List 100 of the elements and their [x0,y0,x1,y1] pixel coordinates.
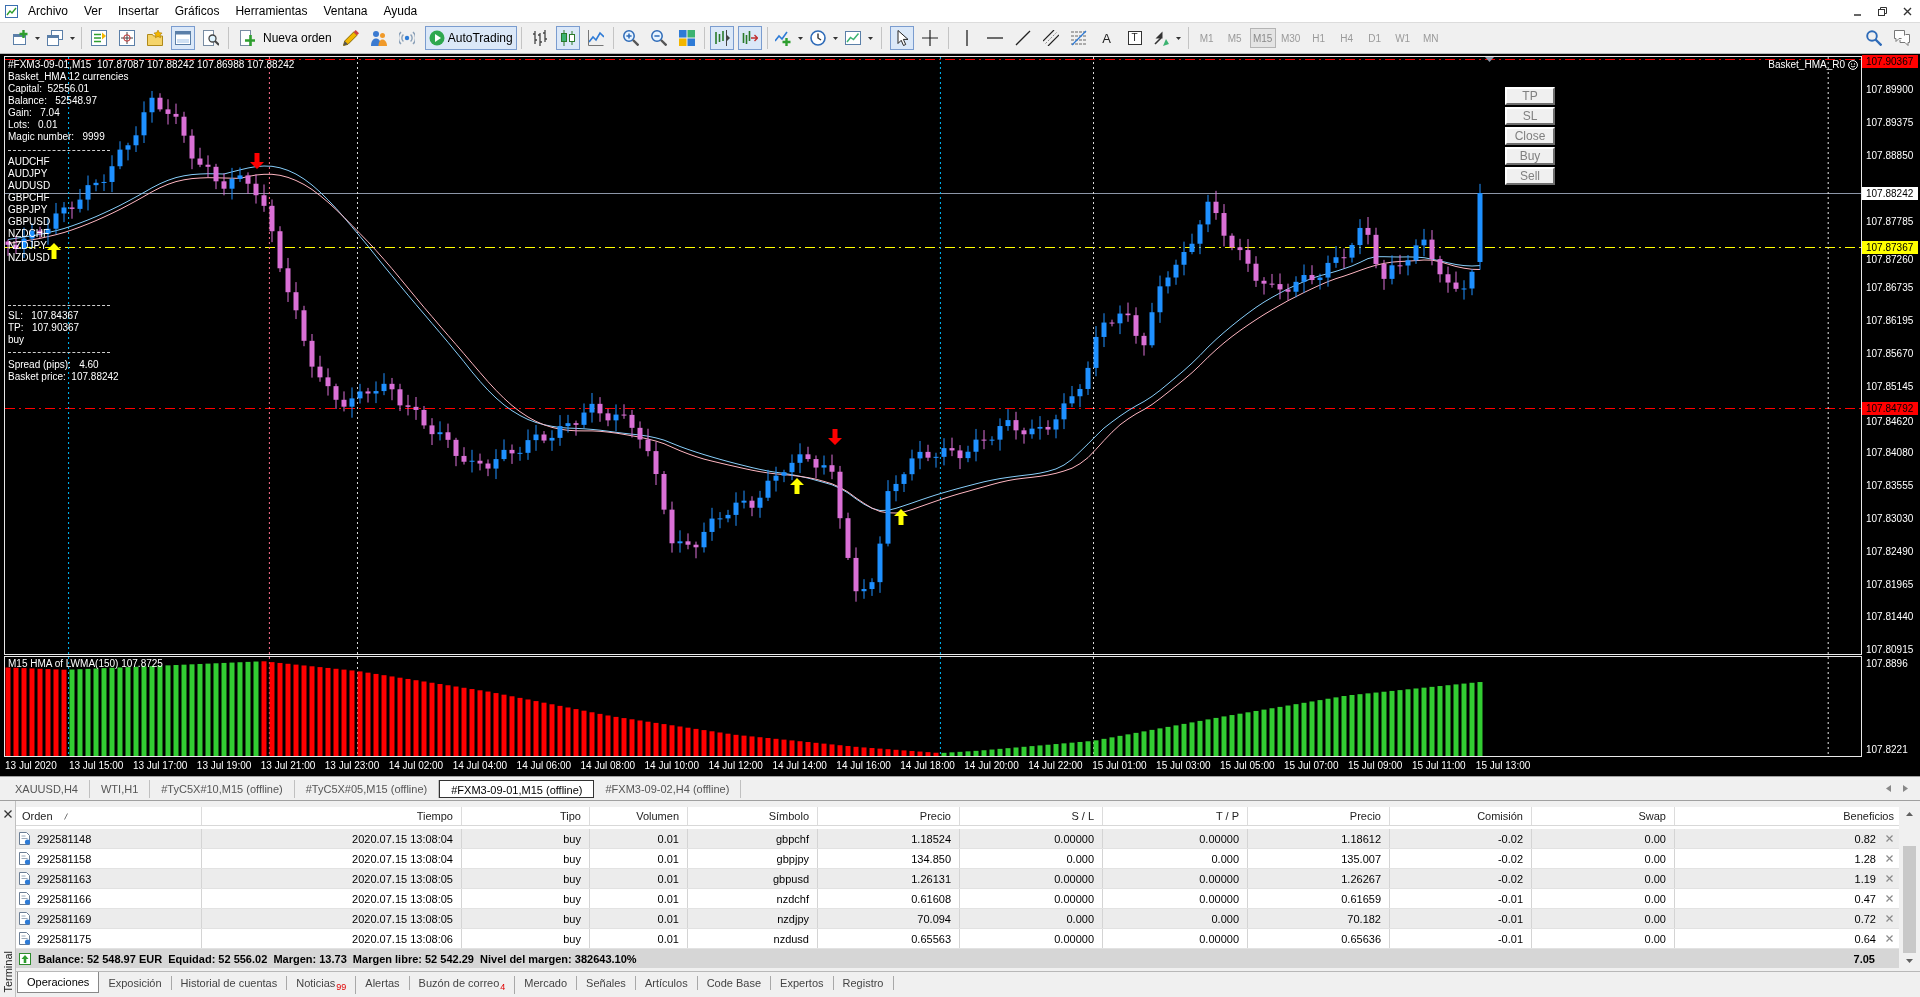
table-row[interactable]: 292581169 2020.07.15 13:08:05 buy 0.01 nzdjpy 70.094 0.000 0.000 70.182 -0.01 0.00 0.72 [16,909,1899,929]
terminal-tab[interactable]: Señales [577,976,636,990]
list-window-icon[interactable] [91,30,107,46]
menu-item[interactable]: Ver [76,2,111,20]
chart-tab[interactable]: XAUUSD,H4 [4,779,90,798]
menu-item[interactable]: Archivo [20,2,76,20]
table-row[interactable]: 292581148 2020.07.15 13:08:04 buy 0.01 gbpchf 1.18524 0.00000 0.00000 1.18612 -0.02 0.00 0.82 [16,829,1899,849]
caret-icon[interactable] [70,36,75,40]
search-icon[interactable] [1866,30,1882,46]
terminal-tab[interactable]: Artículos [635,976,698,990]
chart-tab[interactable]: #FXM3-09-01,M15 (offline) [439,779,595,798]
pencil-icon[interactable] [342,30,359,46]
autoscroll-button[interactable] [737,26,762,50]
table-row[interactable]: 292581158 2020.07.15 13:08:04 buy 0.01 gbpjpy 134.850 0.000 0.000 135.007 -0.02 0.00 1.28 [16,849,1899,869]
fibonacci-icon[interactable] [1070,30,1087,46]
terminal-tab[interactable]: Buzón de correo$_{4}$ [409,976,516,995]
terminal-tab[interactable]: Historial de cuentas [171,976,288,990]
grid-icon[interactable] [678,30,695,46]
column-header[interactable]: Símbolo [688,807,818,825]
star-folder-icon[interactable] [147,30,163,46]
table-row[interactable]: 292581163 2020.07.15 13:08:05 buy 0.01 gbpusd 1.26131 0.00000 0.00000 1.26267 -0.02 0.00 1.19 [16,869,1899,889]
window-toggle-button[interactable] [171,26,195,50]
caret-icon[interactable] [797,36,803,40]
down-caret-icon[interactable] [1906,959,1913,963]
window-plus-icon[interactable] [12,30,28,46]
time-axis-label: 13 Jul 23:00 [324,760,380,772]
close-icon[interactable] [3,810,12,818]
window-icon [175,30,191,46]
table-row[interactable]: 292581175 2020.07.15 13:08:06 buy 0.01 nzdusd 0.65563 0.00000 0.00000 0.65636 -0.01 0.00 0.64 [16,929,1899,949]
menu-item[interactable]: Ventana [315,2,376,20]
target-icon[interactable] [119,30,135,46]
channel-icon[interactable] [1042,30,1059,46]
column-header[interactable]: Orden [16,807,202,825]
text-tool-button[interactable]: A [1094,26,1119,50]
column-header[interactable]: Tipo [462,807,590,825]
column-header[interactable]: S / L [960,807,1103,825]
close-icon[interactable] [1903,6,1912,16]
terminal-tab[interactable]: Operaciones [17,972,100,993]
terminal-tab[interactable]: Alertas [356,976,410,990]
menu-item[interactable]: Insertar [110,2,167,20]
magnifier-document-icon[interactable] [203,30,219,46]
zoom-in-icon[interactable] [622,30,639,46]
autotrading-button[interactable]: AutoTrading [424,26,517,50]
chart-tab[interactable]: #TyC5X#10,M15 (offline) [150,779,295,798]
table-cell: 0.00 [1644,832,1666,845]
column-header[interactable]: T / P [1103,807,1248,825]
terminal-tab[interactable]: Registro [833,976,894,990]
broadcast-icon[interactable] [398,30,415,46]
terminal-tab[interactable]: Mercado [515,976,578,990]
caret-icon[interactable] [832,36,838,40]
left-arrow-icon[interactable] [1886,785,1891,792]
zoom-out-icon[interactable] [650,30,667,46]
menu-item[interactable]: Gráficos [166,2,228,20]
column-header[interactable]: Beneficios [1675,807,1899,825]
scrollbar-thumb[interactable] [1903,846,1916,953]
chart-trade-button[interactable]: Close [1505,127,1555,145]
people-icon[interactable] [370,30,387,46]
menu-item[interactable]: Ayuda [375,2,426,20]
chart-trade-button[interactable]: Sell [1505,167,1555,185]
column-header[interactable]: Comisión [1390,807,1532,825]
column-header[interactable]: Volumen [590,807,688,825]
caret-icon[interactable] [35,36,40,40]
menu-item[interactable]: Herramientas [227,2,316,20]
table-row[interactable]: 292581166 2020.07.15 13:08:05 buy 0.01 nzdchf 0.61608 0.00000 0.00000 0.61659 -0.01 0.00 0.47 [16,889,1899,909]
candlestick-icon [559,30,576,46]
caret-icon[interactable] [1175,36,1181,40]
autoscroll-icon [741,30,758,46]
chart-plus-icon[interactable] [774,30,791,46]
chart-trade-button[interactable]: Buy [1505,147,1555,165]
text-label-button[interactable]: T [1127,31,1142,45]
terminal-tab[interactable]: Code Base [697,976,772,990]
column-header[interactable]: Swap [1532,807,1675,825]
column-header[interactable]: Tiempo [202,807,462,825]
time-axis-label: 15 Jul 09:00 [1347,760,1403,772]
arrow-tool-icon[interactable] [1152,30,1169,46]
terminal-tab[interactable]: Exposición [99,976,172,990]
up-caret-icon[interactable] [1906,812,1913,816]
terminal-tab[interactable]: Noticias$_{99}$ [287,976,357,995]
clock-icon[interactable] [809,30,826,46]
down-triangle-icon[interactable] [1485,57,1494,62]
table-cell: 292581158 [37,852,92,865]
chart-window-icon[interactable] [844,30,861,46]
column-header[interactable]: Precio [1248,807,1390,825]
new-order-button[interactable]: Nueva orden [234,26,337,50]
trend-line-icon[interactable] [1014,30,1031,46]
chat-bubbles-icon[interactable] [1894,30,1910,46]
table-cell: 2020.07.15 13:08:04 [352,832,453,845]
chart-shift-button[interactable] [709,26,734,50]
app-icon[interactable] [5,4,18,18]
chart-trade-button[interactable]: SL [1505,107,1555,125]
candlestick-chart-button[interactable] [555,26,580,50]
column-header[interactable]: Precio [818,807,960,825]
chart-tab[interactable]: WTI,H1 [89,779,151,798]
window-stack-icon[interactable] [47,30,63,46]
right-arrow-icon[interactable] [1903,785,1908,792]
chart-tab[interactable]: #FXM3-09-02,H4 (offline) [594,779,742,798]
caret-icon[interactable] [867,36,873,40]
cursor-button[interactable] [889,26,914,50]
restore-icon[interactable] [1878,6,1887,16]
terminal-tab[interactable]: Expertos [771,976,834,990]
